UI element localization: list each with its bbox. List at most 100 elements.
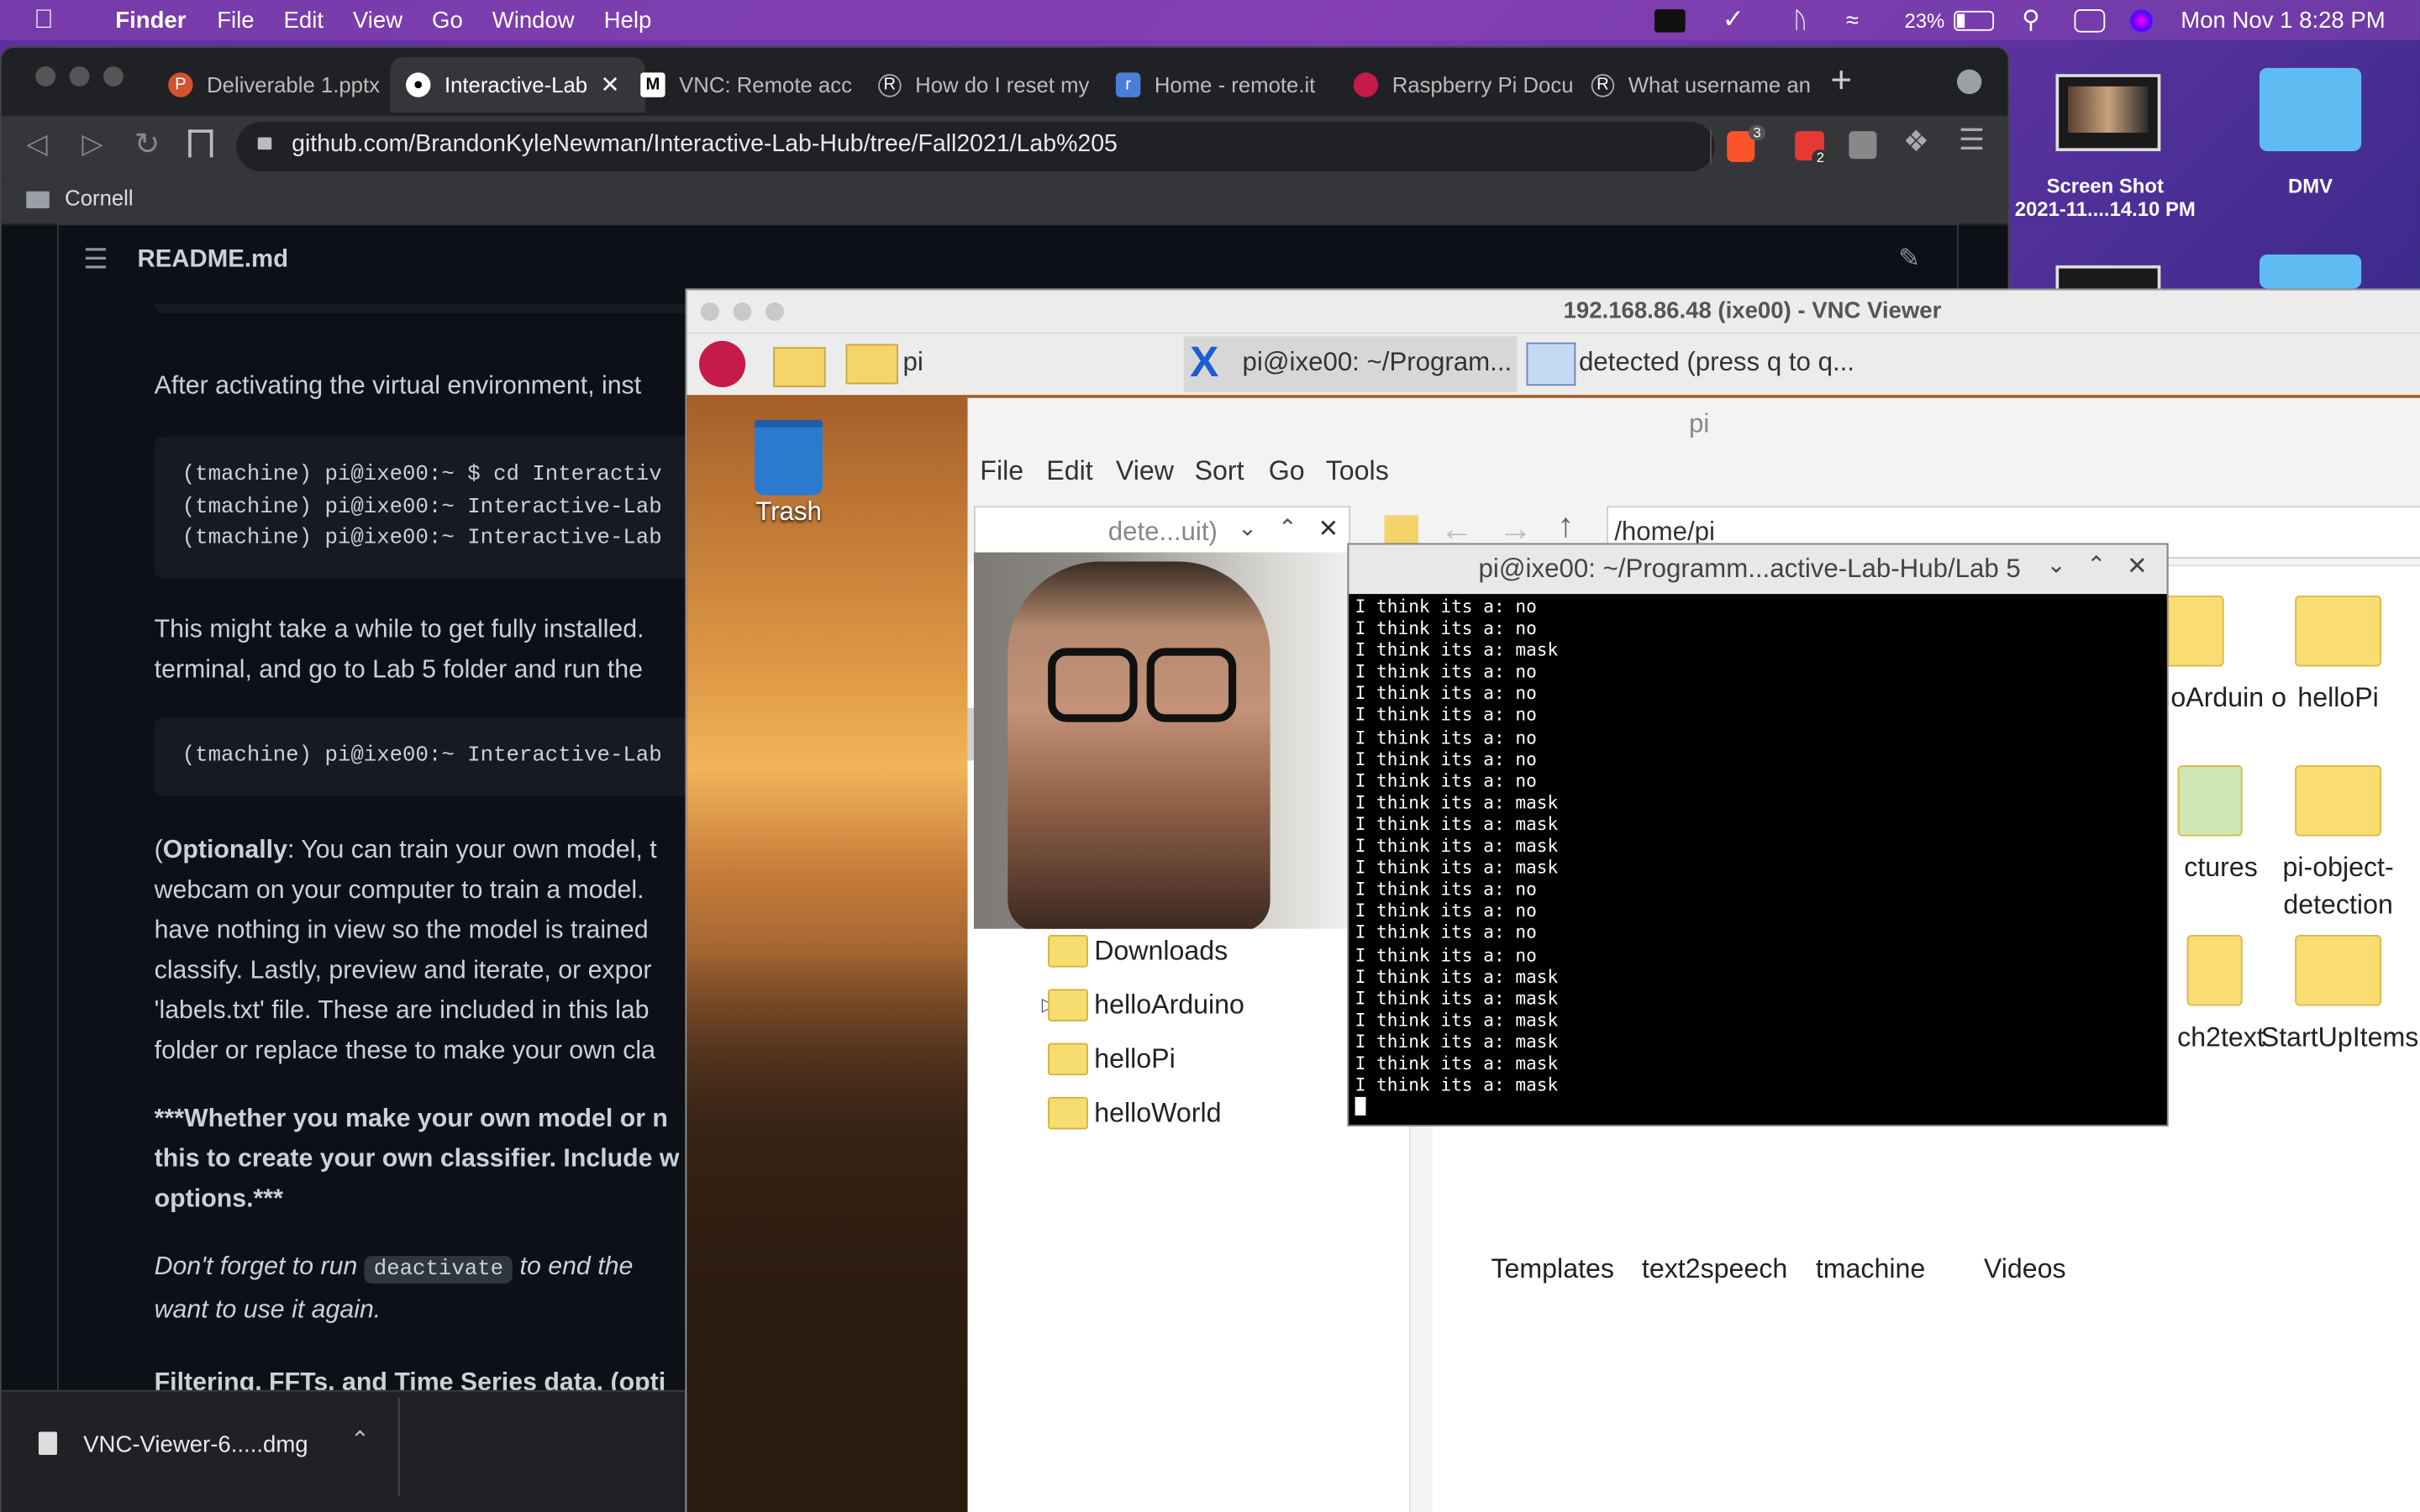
folder-icon-2[interactable] <box>2259 255 2362 289</box>
battery-icon[interactable] <box>1954 0 1995 40</box>
folder-item[interactable]: tmachine <box>1801 1200 1939 1287</box>
text-line: classify. Lastly, preview and iterate, o… <box>154 956 652 984</box>
terminal-window: pi@ixe00: ~/Programm...active-Lab-Hub/La… <box>1347 543 2169 1126</box>
bookmark-cornell[interactable]: Cornell <box>65 185 133 209</box>
tab-search-icon[interactable] <box>1956 69 1982 95</box>
tab-deliverable[interactable]: P Deliverable 1.pptx <box>153 57 400 113</box>
chevron-up-icon[interactable]: ⌃ <box>2086 551 2106 579</box>
forward-icon[interactable]: ▷ <box>82 128 103 160</box>
screenshot-thumbnail[interactable] <box>2055 74 2161 151</box>
terminal-line: I think its a: mask <box>1355 856 1559 879</box>
zoom-window-button[interactable] <box>765 302 785 322</box>
text-line: webcam on your computer to train a model… <box>154 876 644 905</box>
minimize-window-button[interactable] <box>733 302 752 322</box>
extension-icon-gray[interactable] <box>1849 131 1877 160</box>
reload-icon[interactable]: ↻ <box>134 125 160 164</box>
folder-label: Templates <box>1491 1252 1614 1284</box>
tab-label: Deliverable 1.pptx <box>207 72 380 97</box>
raspberry-menu-icon[interactable] <box>699 340 746 388</box>
up-arrow-icon[interactable]: ↑ <box>1557 506 1574 546</box>
text: : You can train your own model, t <box>287 836 657 864</box>
menu-file[interactable]: File <box>217 7 254 33</box>
list-icon[interactable]: ☰ <box>83 244 108 276</box>
fm-menu-file[interactable]: File <box>980 455 1023 488</box>
checkmark-status-icon[interactable]: ✓ <box>1723 0 1744 40</box>
bluetooth-icon[interactable]: ᚢ <box>1793 0 1807 40</box>
search-icon[interactable]: ⚲ <box>2022 0 2040 40</box>
menu-view[interactable]: View <box>353 7 402 33</box>
folder-icon <box>2295 595 2382 667</box>
folder-status-icon[interactable] <box>1654 0 1686 40</box>
home-icon[interactable] <box>1384 515 1418 543</box>
folder-icon[interactable] <box>2259 67 2362 151</box>
trash-icon[interactable] <box>755 419 823 496</box>
tab-remoteit[interactable]: r Home - remote.it <box>1110 57 1348 113</box>
dmv-folder-label[interactable]: DMV <box>2238 175 2383 198</box>
folder-item[interactable]: Templates <box>1483 1200 1622 1287</box>
taskbar-detect-button[interactable]: detected (press q to q... <box>1523 336 1857 391</box>
fm-menu-edit[interactable]: Edit <box>1046 455 1092 488</box>
taskbar-home-button[interactable] <box>845 343 902 386</box>
text-line: have nothing in view so the model is tra… <box>154 916 649 945</box>
paragraph: (Optionally: You can train your own mode… <box>155 830 657 1071</box>
fm-menu-view[interactable]: View <box>1116 455 1174 488</box>
folder-item[interactable]: helloPi <box>2276 595 2400 716</box>
folder-item[interactable]: text2speech <box>1638 1200 1792 1287</box>
bookmark-icon[interactable] <box>188 129 213 158</box>
terminal-output[interactable]: I think its a: no I think its a: no I thin… <box>1355 596 2158 1095</box>
wifi-icon[interactable]: ≈ <box>1846 0 1859 40</box>
fm-menu-go[interactable]: Go <box>1269 455 1305 488</box>
menu-icon[interactable]: ☰ <box>1959 123 1985 159</box>
tree-item-downloads[interactable]: Downloads <box>968 924 1409 976</box>
menu-help[interactable]: Help <box>604 7 652 33</box>
tree-item-helloworld[interactable]: helloWorld <box>968 1086 1409 1138</box>
tab-username[interactable]: R What username an <box>1585 57 1817 113</box>
apple-icon[interactable]:  <box>34 5 53 36</box>
fm-menu-sort[interactable]: Sort <box>1195 455 1244 488</box>
menu-edit[interactable]: Edit <box>284 7 324 33</box>
text: ( <box>154 836 163 864</box>
siri-icon[interactable] <box>2129 0 2154 40</box>
close-icon[interactable]: ✕ <box>2127 551 2148 582</box>
url-bar[interactable]: github.com/BrandonKyleNewman/Interactive… <box>236 122 1766 171</box>
clock[interactable]: Mon Nov 1 8:28 PM <box>2181 0 2385 40</box>
puzzle-extensions-icon[interactable]: ❖ <box>1903 125 1929 160</box>
download-filename[interactable]: VNC-Viewer-6.....dmg <box>83 1431 308 1457</box>
tab-reset[interactable]: R How do I reset my <box>872 57 1104 113</box>
close-tab-icon[interactable]: ✕ <box>600 71 619 98</box>
taskbar-terminal-button[interactable]: X pi@ixe00: ~/Program... <box>1183 336 1518 392</box>
webcam-preview <box>973 552 1348 929</box>
menu-finder[interactable]: Finder <box>115 7 186 33</box>
chevron-down-icon[interactable]: ⌄ <box>2046 551 2065 579</box>
tree-item-label: helloArduino <box>1094 989 1244 1021</box>
tree-item-helloarduino[interactable]: ▷helloArduino <box>968 978 1409 1030</box>
close-window-button[interactable] <box>700 302 719 322</box>
tab-vnc[interactable]: M VNC: Remote acc <box>634 57 869 113</box>
terminal-title: pi@ixe00: ~/Programm...active-Lab-Hub/La… <box>1478 554 2021 584</box>
chevron-up-icon[interactable]: ⌃ <box>1278 514 1297 541</box>
folder-item[interactable]: StartUpItems <box>2261 935 2418 1055</box>
fm-menu-tools[interactable]: Tools <box>1326 455 1389 488</box>
close-window-button[interactable] <box>35 66 56 87</box>
close-icon[interactable]: ✕ <box>1318 514 1339 545</box>
zoom-window-button[interactable] <box>103 66 124 87</box>
control-center-icon[interactable] <box>2074 0 2106 40</box>
tree-item-hellopi[interactable]: helloPi <box>968 1032 1409 1084</box>
folder-item[interactable]: pi-object-detection <box>2261 765 2416 922</box>
chevron-down-icon[interactable]: ⌄ <box>1238 514 1257 541</box>
edit-pencil-icon[interactable]: ✎ <box>1898 244 1920 275</box>
tab-interactive-lab[interactable]: ● Interactive-Lab ✕ <box>390 56 645 113</box>
chevron-up-icon[interactable]: ⌃ <box>350 1425 370 1453</box>
new-tab-icon[interactable]: + <box>1830 60 1852 103</box>
back-icon[interactable]: ◁ <box>26 128 47 160</box>
menu-window[interactable]: Window <box>492 7 575 33</box>
folder-item[interactable]: Videos <box>1955 1200 2094 1287</box>
file-manager-icon[interactable] <box>773 347 826 388</box>
screenshot-label[interactable]: Screen Shot 2021-11....14.10 PM <box>2007 175 2204 221</box>
trash-label[interactable]: Trash <box>742 496 834 528</box>
pagoda-silhouette <box>687 950 981 1512</box>
minimize-window-button[interactable] <box>69 66 90 87</box>
text-line: terminal, and go to Lab 5 folder and run… <box>154 655 643 684</box>
menu-go[interactable]: Go <box>432 7 463 33</box>
tab-raspberry[interactable]: Raspberry Pi Docu <box>1347 57 1581 113</box>
